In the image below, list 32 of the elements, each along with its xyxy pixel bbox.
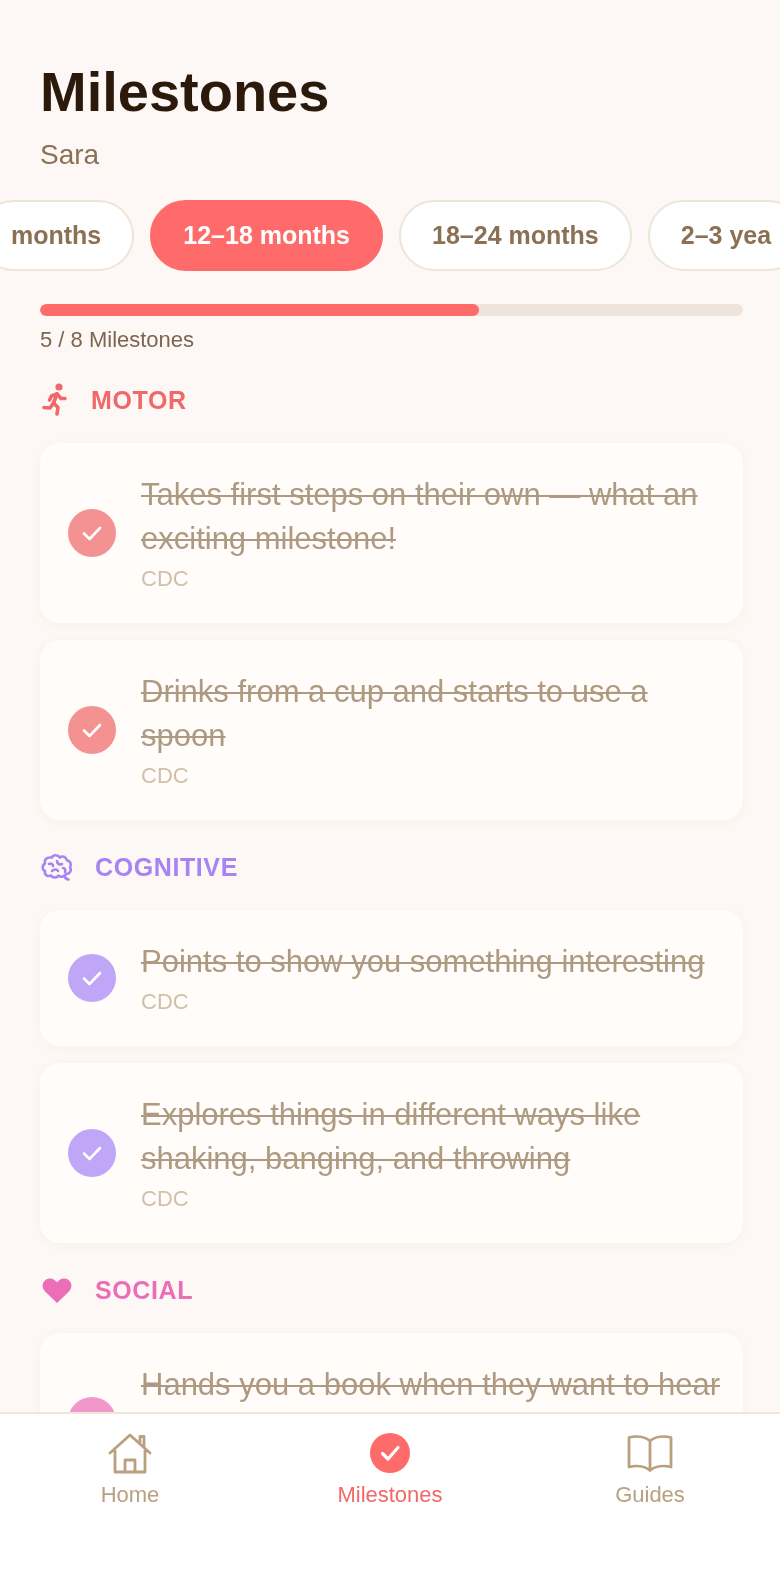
age-tab[interactable]: 12–18 months <box>150 200 384 271</box>
milestone-text: Explores things in different ways like shaking, banging, and throwing <box>141 1096 642 1178</box>
age-tab[interactable]: months <box>0 200 135 271</box>
house-icon <box>107 1432 153 1474</box>
source-label: CDC <box>141 988 190 1016</box>
check-circle-icon <box>370 1433 410 1473</box>
milestone-text: Points to show you something interesting <box>141 943 706 981</box>
milestone-text: Drinks from a cup and starts to use a spoon <box>141 673 649 755</box>
source-label: CDC <box>141 1185 190 1213</box>
source-label: CDC <box>141 762 190 790</box>
checkbox[interactable] <box>68 954 116 1002</box>
milestone-text: Takes first steps on their own — what an exciting milestone! <box>141 476 699 558</box>
checkbox[interactable] <box>68 509 116 557</box>
running-person-icon <box>41 383 69 417</box>
nav-tab[interactable]: Milestones <box>331 1432 449 1508</box>
section-title: COGNITIVE <box>95 852 238 882</box>
source-label: CDC <box>141 565 190 593</box>
age-tab[interactable]: 18–24 months <box>399 200 632 271</box>
section-title: SOCIAL <box>95 1275 194 1305</box>
nav-tab[interactable]: Home <box>94 1432 166 1508</box>
page-title: Milestones <box>40 60 331 124</box>
age-tab[interactable]: 2–3 yea <box>647 200 780 271</box>
book-icon <box>626 1433 674 1473</box>
checkbox[interactable] <box>68 1129 116 1177</box>
brain-icon <box>41 852 73 882</box>
checkbox[interactable] <box>68 706 116 754</box>
heart-icon <box>41 1276 73 1304</box>
nav-tab[interactable]: Guides <box>609 1432 691 1508</box>
section-title: MOTOR <box>91 385 187 415</box>
progress-label: 5 / 8 Milestones <box>40 327 196 353</box>
child-name: Sara <box>40 138 101 172</box>
milestone-text: Hands you a book when they want to hear <box>141 1366 722 1404</box>
